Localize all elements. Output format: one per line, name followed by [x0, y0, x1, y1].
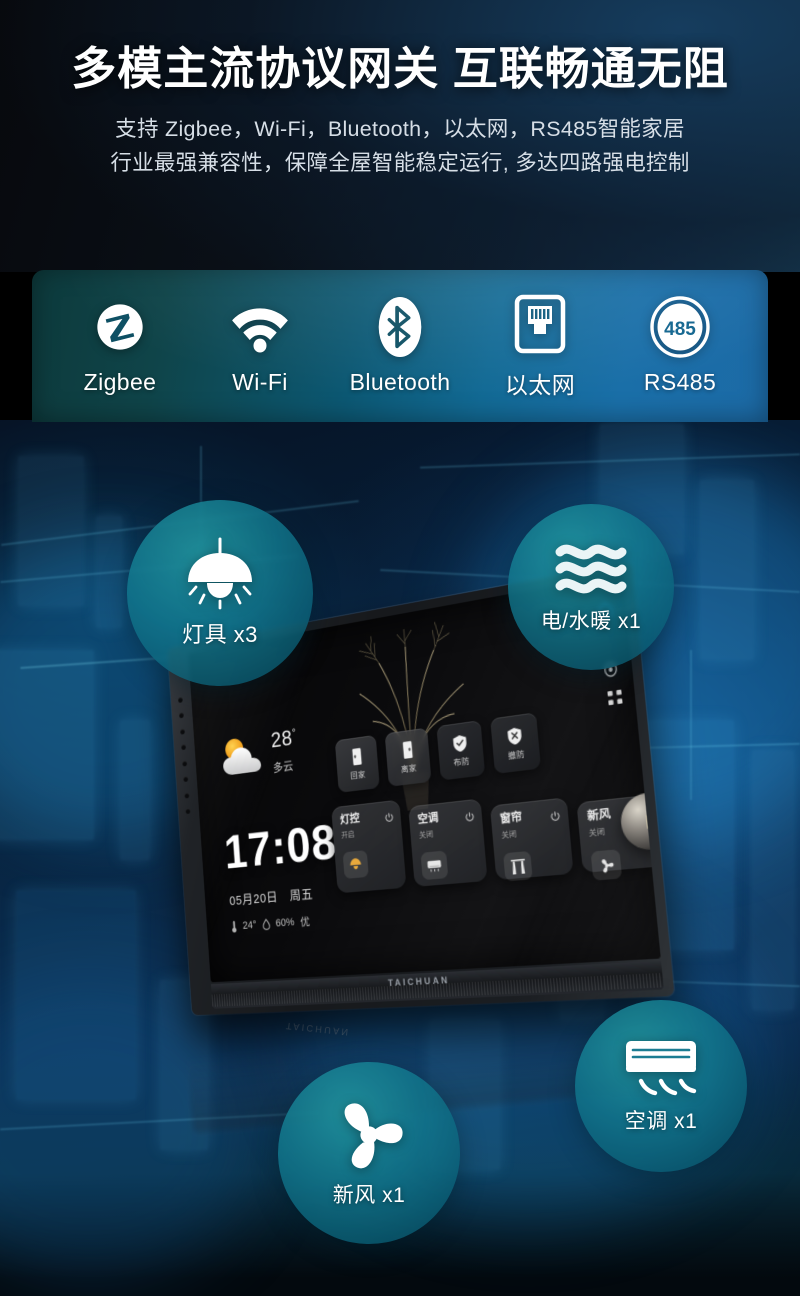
scene-buttons: 回家 离家 布防 撤防: [334, 712, 542, 793]
clock-date-row: 05月20日 周五: [229, 884, 314, 909]
scene-label: 回家: [350, 769, 366, 781]
humidity-icon: [262, 918, 270, 930]
control-dial[interactable]: [618, 789, 661, 853]
page-title: 多模主流协议网关 互联畅通无阻: [71, 43, 729, 94]
thermometer-icon: [231, 920, 238, 934]
pendant-lamp-icon: [180, 537, 260, 611]
subtitle-line-1: 支持 Zigbee，Wi-Fi，Bluetooth，以太网，RS485智能家居: [115, 117, 685, 141]
apps-grid-icon[interactable]: [607, 689, 623, 711]
date-text: 05月20日: [228, 889, 279, 909]
ac-unit-icon: [420, 850, 449, 881]
zigbee-icon: [91, 296, 149, 358]
protocol-label: RS485: [643, 369, 717, 395]
air-quality-value: 优: [299, 916, 311, 929]
page-root: 多模主流协议网关 互联畅通无阻 支持 Zigbee，Wi-Fi，Bluetoot…: [0, 0, 800, 1296]
card-title: 新风: [586, 807, 612, 823]
subtitle-line-2: 行业最强兼容性，保障全屋智能稳定运行, 多达四路强电控制: [110, 151, 690, 175]
card-state: 关闭: [501, 829, 517, 840]
badge-air-conditioner[interactable]: 空调 x1: [575, 1000, 747, 1172]
protocol-label: Wi-Fi: [232, 369, 288, 395]
curtain-icon: [503, 850, 533, 882]
partly-cloudy-icon: [218, 732, 265, 784]
scene-label: 布防: [453, 756, 471, 768]
device-card-fresh-air[interactable]: 新风 关闭: [576, 789, 661, 881]
device-cards: 灯控 开启 空调 关闭 窗帘 关闭 新风 关闭: [331, 770, 661, 894]
weather-condition: 多云: [272, 758, 294, 775]
ethernet-port-icon: [514, 293, 566, 355]
shield-check-icon: [452, 733, 469, 753]
dial-glyph: [645, 813, 654, 829]
protocol-item-ethernet[interactable]: 以太网: [472, 293, 608, 400]
rs485-icon: 485: [650, 296, 710, 358]
protocol-label: 以太网: [504, 371, 576, 398]
protocol-item-bluetooth[interactable]: Bluetooth: [332, 296, 468, 396]
protocol-band: Zigbee Wi-Fi Bluetooth 以太网 485 RS485: [32, 270, 768, 422]
badge-label: 电/水暖 x1: [540, 610, 642, 633]
indoor-temperature: 24°: [242, 919, 257, 932]
weekday-text: 周五: [289, 886, 314, 904]
door-closed-icon: [400, 740, 415, 761]
card-state: 关闭: [588, 826, 606, 838]
power-icon[interactable]: [465, 808, 475, 827]
scene-label: 离家: [400, 763, 417, 775]
environment-row: 24° 60% 优: [231, 913, 311, 934]
protocol-label: Bluetooth: [349, 369, 451, 395]
lamp-icon: [342, 850, 369, 879]
bluetooth-icon: [377, 296, 423, 358]
device-card-ac[interactable]: 空调 关闭: [408, 798, 488, 887]
page-header: 多模主流协议网关 互联畅通无阻 支持 Zigbee，Wi-Fi，Bluetoot…: [0, 0, 800, 272]
card-title: 空调: [417, 811, 439, 826]
protocol-item-wifi[interactable]: Wi-Fi: [192, 296, 328, 396]
shield-off-icon: [506, 725, 524, 746]
card-title: 窗帘: [499, 810, 523, 826]
device-card-curtain[interactable]: 窗帘 关闭: [489, 797, 574, 882]
badge-label: 空调 x1: [624, 1110, 698, 1133]
wifi-icon: [230, 296, 290, 358]
rs485-badge-text: 485: [664, 319, 696, 340]
heating-waves-icon: [554, 539, 628, 599]
power-icon[interactable]: [640, 803, 652, 824]
door-open-icon: [349, 747, 364, 767]
air-conditioner-icon: [622, 1037, 700, 1099]
speaker-dots: [177, 696, 191, 815]
fan-icon: [331, 1097, 407, 1173]
badge-label: 新风 x1: [332, 1184, 406, 1207]
scene-button-go-home[interactable]: 回家: [334, 734, 380, 793]
clock-time: 17:08: [222, 813, 339, 880]
scene-button-arm[interactable]: 布防: [436, 720, 486, 781]
brand-name: TAICHUAN: [387, 974, 450, 989]
protocol-item-zigbee[interactable]: Zigbee: [52, 296, 188, 396]
protocol-label: Zigbee: [83, 369, 157, 395]
page-subtitle: 支持 Zigbee，Wi-Fi，Bluetooth，以太网，RS485智能家居 …: [0, 112, 800, 180]
protocol-item-rs485[interactable]: 485 RS485: [612, 296, 748, 396]
card-state: 关闭: [418, 829, 434, 840]
weather-widget[interactable]: 28° 多云: [218, 725, 299, 784]
humidity-value: 60%: [275, 916, 295, 930]
power-icon[interactable]: [384, 808, 394, 827]
badge-label: 灯具 x3: [182, 622, 258, 647]
power-icon[interactable]: [550, 807, 561, 827]
badge-lighting[interactable]: 灯具 x3: [127, 500, 313, 686]
scene-label: 撤防: [507, 748, 526, 761]
device-card-light[interactable]: 灯控 开启: [331, 799, 407, 894]
scene-button-disarm[interactable]: 撤防: [490, 712, 542, 774]
badge-fresh-air[interactable]: 新风 x1: [278, 1062, 460, 1244]
weather-temperature: 28°: [270, 725, 297, 753]
scene-button-leave-home[interactable]: 离家: [384, 727, 432, 787]
badge-heating[interactable]: 电/水暖 x1: [508, 504, 674, 670]
fresh-air-icon: [590, 849, 623, 881]
